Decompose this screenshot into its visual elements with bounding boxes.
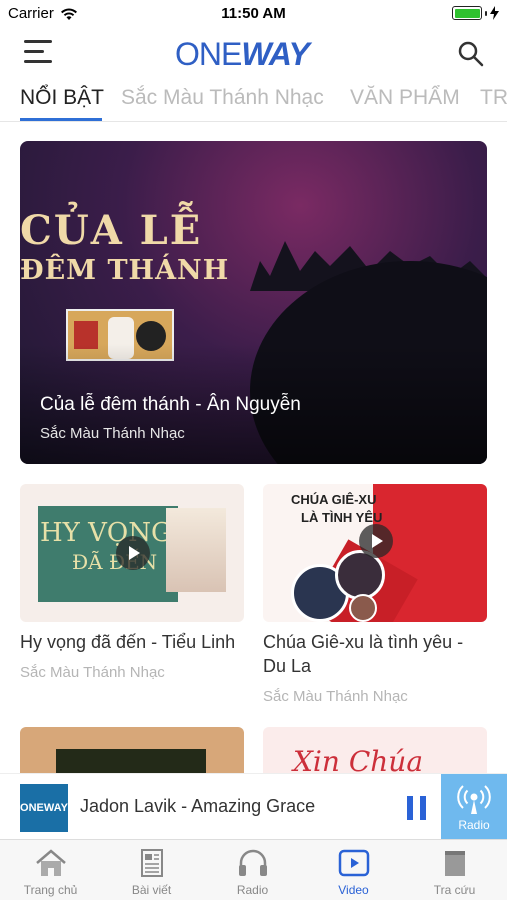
radio-button[interactable]: Radio — [441, 774, 507, 840]
hero-title: Của lễ đêm thánh - Ân Nguyễn — [40, 394, 301, 415]
thumbnail-text-2: LÀ TÌNH YÊU — [301, 510, 383, 525]
hero-category: Sắc Màu Thánh Nhạc — [40, 425, 185, 442]
book-icon — [445, 851, 465, 876]
logo-one: ONE — [175, 36, 242, 72]
pause-icon[interactable] — [407, 796, 427, 820]
video-card[interactable] — [20, 727, 244, 773]
video-thumbnail: HY VỌNG ĐÃ ĐẾN — [20, 484, 244, 622]
radio-label: Radio — [458, 818, 490, 832]
tab-radio[interactable]: Radio — [202, 840, 303, 900]
video-card[interactable]: Xin Chúa — [263, 727, 487, 773]
broadcast-icon — [457, 785, 491, 814]
headphones-icon — [239, 849, 267, 876]
play-icon[interactable] — [116, 536, 150, 570]
bottom-tab-bar: Trang chủ Bài viết Radio Video Tra cứu — [0, 839, 507, 900]
video-feed[interactable]: CỦA LỄ ĐÊM THÁNH Của lễ đêm thánh - Ân N… — [0, 123, 507, 773]
menu-icon[interactable] — [24, 40, 54, 64]
thumbnail-text-1: HY VỌNG — [40, 518, 172, 548]
charging-icon — [490, 6, 499, 20]
article-icon — [141, 849, 163, 877]
tab-label: Tra cứu — [433, 883, 476, 897]
singer-photo — [349, 594, 377, 622]
clock: 11:50 AM — [221, 5, 286, 22]
tab-sac-mau-thanh-nhac[interactable]: Sắc Màu Thánh Nhạc — [121, 86, 324, 110]
tab-label: Video — [338, 883, 369, 897]
video-card[interactable]: HY VỌNG ĐÃ ĐẾN Hy vọng đã đến - Tiểu Lin… — [20, 484, 244, 681]
hero-image-text-2: ĐÊM THÁNH — [20, 255, 230, 286]
video-category: Sắc Màu Thánh Nhạc — [20, 664, 165, 681]
battery-icon — [452, 6, 499, 20]
album-cover[interactable]: ONEWAY — [20, 784, 68, 832]
logo-way: WAY — [241, 36, 310, 72]
category-tabs: NỔI BẬT Sắc Màu Thánh Nhạc VĂN PHẨM TR — [0, 80, 507, 122]
video-title: Chúa Giê-xu là tình yêu - Du La — [263, 632, 464, 676]
now-playing-title[interactable]: Jadon Lavik - Amazing Grace — [80, 796, 315, 817]
thumbnail-text-1: Xin Chúa — [293, 745, 424, 773]
active-tab-indicator — [20, 118, 102, 121]
status-bar: Carrier 11:50 AM — [0, 0, 507, 28]
tab-van-pham[interactable]: VĂN PHẨM — [350, 86, 460, 110]
video-category: Sắc Màu Thánh Nhạc — [263, 688, 408, 705]
search-icon[interactable] — [457, 40, 485, 68]
video-thumbnail — [20, 727, 244, 773]
tab-label: Trang chủ — [23, 883, 78, 897]
frame-decoration — [56, 749, 206, 773]
hero-image-text-1: CỦA LỄ — [20, 207, 203, 254]
mini-player[interactable]: ONEWAY Jadon Lavik - Amazing Grace Radio — [0, 773, 507, 840]
tab-tra-cuu[interactable]: Tra cứu — [404, 840, 505, 900]
video-thumbnail: CHÚA GIÊ-XU LÀ TÌNH YÊU — [263, 484, 487, 622]
tab-label: Bài viết — [131, 883, 172, 897]
featured-video-card[interactable]: CỦA LỄ ĐÊM THÁNH Của lễ đêm thánh - Ân N… — [20, 141, 487, 464]
singer-photo — [166, 508, 226, 592]
video-thumbnail: Xin Chúa — [263, 727, 487, 773]
tab-bai-viet[interactable]: Bài viết — [101, 840, 202, 900]
video-icon — [338, 849, 370, 877]
tab-video[interactable]: Video — [303, 840, 404, 900]
tab-label: Radio — [236, 883, 269, 897]
tab-trang-chu[interactable]: Trang chủ — [0, 840, 101, 900]
oneway-logo: ONEWAY — [175, 36, 310, 73]
battery-level — [454, 8, 480, 18]
video-title: Hy vọng đã đến - Tiểu Linh — [20, 632, 236, 652]
thumbnail-text-1: CHÚA GIÊ-XU — [291, 492, 377, 507]
home-icon — [36, 849, 66, 876]
video-card[interactable]: CHÚA GIÊ-XU LÀ TÌNH YÊU Chúa Giê-xu là t… — [263, 484, 487, 705]
tab-tr[interactable]: TR — [480, 86, 507, 110]
play-icon[interactable] — [359, 524, 393, 558]
tab-noi-bat[interactable]: NỔI BẬT — [20, 86, 104, 110]
app-header: ONEWAY — [0, 28, 507, 78]
